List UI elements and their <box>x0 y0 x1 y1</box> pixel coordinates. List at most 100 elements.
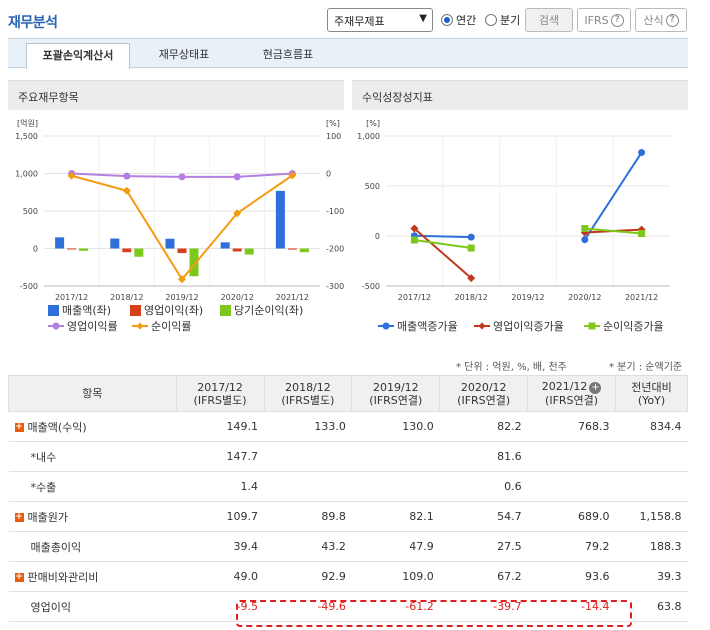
row-label[interactable]: + 판매비와관리비 <box>8 561 177 592</box>
header-yoy-sub: (YoY) <box>637 393 666 407</box>
table-cell <box>527 471 616 502</box>
table-cell: 89.8 <box>264 501 352 532</box>
table-row: + 매출원가 109.7 89.8 82.1 54.7 689.0 1,158.8 <box>8 501 688 532</box>
operating-income-highlight <box>236 600 632 627</box>
y-tick-label-right: -200 <box>326 245 344 254</box>
table-cell: 147.7 <box>176 441 264 472</box>
tab-cash-flow[interactable]: 현금흐름표 <box>238 43 338 69</box>
header-basis-label: (IFRS별도) <box>281 393 335 407</box>
table-cell: 81.6 <box>439 441 528 472</box>
table-cell: 82.2 <box>439 411 528 442</box>
unit-note: * 단위 : 억원, %, 배, 천주 <box>456 362 567 373</box>
row-label: *내수 <box>8 441 177 472</box>
yoy-cell <box>615 441 688 472</box>
yoy-cell: 1,158.8 <box>615 501 688 532</box>
chart-bar <box>275 190 285 249</box>
add-column-icon[interactable]: + <box>589 382 602 394</box>
legend-label: 영업이익률 <box>67 320 118 333</box>
chart-point <box>581 225 589 232</box>
table-cell: 768.3 <box>527 411 616 442</box>
legend-swatch <box>48 304 59 316</box>
header-year: 2021/12 + (IFRS연결) <box>527 375 616 412</box>
header-year: 2017/12 (IFRS별도) <box>175 375 265 412</box>
chart-point <box>638 149 646 156</box>
legend-marker-icon <box>378 322 394 330</box>
radio-unchecked-icon <box>485 14 497 26</box>
header-yoy: 전년대비 (YoY) <box>615 375 688 412</box>
y-tick-label-right: 0 <box>326 170 331 179</box>
table-row: + 판매비와관리비 49.0 92.9 109.0 67.2 93.6 39.3 <box>8 561 688 592</box>
table-row: 매출총이익 39.4 43.2 47.9 27.5 79.2 188.3 <box>8 531 688 562</box>
chart-bar <box>67 248 77 250</box>
table-cell <box>527 441 616 472</box>
statement-type-select[interactable]: 주재무제표 ▼ <box>327 8 433 32</box>
radio-quarter-label: 분기 <box>500 14 521 27</box>
legend-label: 매출액증가율 <box>397 320 458 333</box>
header-year-label: 2018/12 <box>285 380 331 394</box>
chart-bar <box>177 248 187 254</box>
formula-button-label: 산식 <box>643 14 664 27</box>
quarter-note: * 분기 : 순액기준 <box>609 362 683 373</box>
table-cell: 1.4 <box>176 471 264 502</box>
legend-swatch <box>130 304 141 316</box>
legend-item-revenue[interactable]: 매출액(좌) <box>48 302 111 318</box>
table-cell: 47.9 <box>351 531 440 562</box>
radio-annual[interactable]: 연간 <box>441 12 476 28</box>
formula-button[interactable]: 산식? <box>635 8 687 32</box>
table-cell: 130.0 <box>351 411 440 442</box>
row-label-text: 매출원가 <box>27 510 68 524</box>
row-label[interactable]: + 매출액(수익) <box>8 411 177 442</box>
legend-label: 순이익증가율 <box>603 320 664 333</box>
legend-item-net-growth[interactable]: 순이익증가율 <box>584 318 664 334</box>
legend-item-revenue-growth[interactable]: 매출액증가율 <box>378 318 458 334</box>
page-title: 재무분석 <box>8 15 58 31</box>
legend-item-op-margin[interactable]: 영업이익률 <box>48 318 118 334</box>
header-basis-label: (IFRS연결) <box>457 393 511 407</box>
chart-point <box>410 236 418 244</box>
search-button-label: 검색 <box>538 14 560 27</box>
y-tick-label-right: -300 <box>326 282 344 291</box>
y-axis-label-left: [억원] <box>17 118 38 128</box>
chart-point <box>467 244 475 252</box>
table-row: + 매출액(수익) 149.1 133.0 130.0 82.2 768.3 834.4 <box>8 411 688 442</box>
row-label-text: 매출총이익 <box>30 540 82 554</box>
table-row: *수출 1.4 0.6 <box>8 471 688 502</box>
left-panel-title: 주요재무항목 <box>8 80 344 110</box>
header-basis-label: (IFRS별도) <box>193 393 247 407</box>
search-button[interactable]: 검색 <box>525 8 573 32</box>
expand-icon[interactable]: + <box>14 423 24 432</box>
ifrs-button-label: IFRS <box>584 13 609 27</box>
y-tick-label: -500 <box>362 282 380 291</box>
x-tick-label: 2021/12 <box>625 293 658 302</box>
expand-icon[interactable]: + <box>14 573 24 582</box>
row-label[interactable]: + 매출원가 <box>8 501 177 532</box>
row-label: *수출 <box>8 471 177 502</box>
header-item: 항목 <box>8 375 177 412</box>
legend-label: 매출액(좌) <box>62 304 112 317</box>
chart-bar <box>110 238 120 249</box>
radio-quarter[interactable]: 분기 <box>485 12 520 28</box>
chart-bar <box>299 248 309 253</box>
expand-icon[interactable]: + <box>14 513 24 522</box>
y-axis-label-right: [%] <box>326 119 340 128</box>
ifrs-button[interactable]: IFRS? <box>577 8 631 32</box>
table-cell: 67.2 <box>439 561 528 592</box>
radio-annual-label: 연간 <box>456 14 477 27</box>
header-year: 2018/12 (IFRS별도) <box>263 375 353 412</box>
x-tick-label: 2018/12 <box>110 293 143 302</box>
x-tick-label: 2020/12 <box>568 293 601 302</box>
yoy-cell <box>615 471 688 502</box>
row-label-text: 영업이익 <box>30 600 71 614</box>
chart-point <box>467 233 475 241</box>
legend-item-op-growth[interactable]: 영업이익증가율 <box>474 318 564 334</box>
legend-item-op-income[interactable]: 영업이익(좌) <box>130 302 203 318</box>
legend-item-net-margin[interactable]: 순이익률 <box>132 318 191 334</box>
x-tick-label: 2021/12 <box>276 293 309 302</box>
tab-income-statement[interactable]: 포괄손익계산서 <box>26 43 130 69</box>
help-icon: ? <box>665 13 679 27</box>
table-cell: 54.7 <box>439 501 528 532</box>
chart-bar <box>232 248 242 252</box>
legend-item-net-income[interactable]: 당기순이익(좌) <box>220 302 303 318</box>
table-cell <box>351 441 440 472</box>
tab-balance-sheet[interactable]: 재무상태표 <box>138 43 230 69</box>
